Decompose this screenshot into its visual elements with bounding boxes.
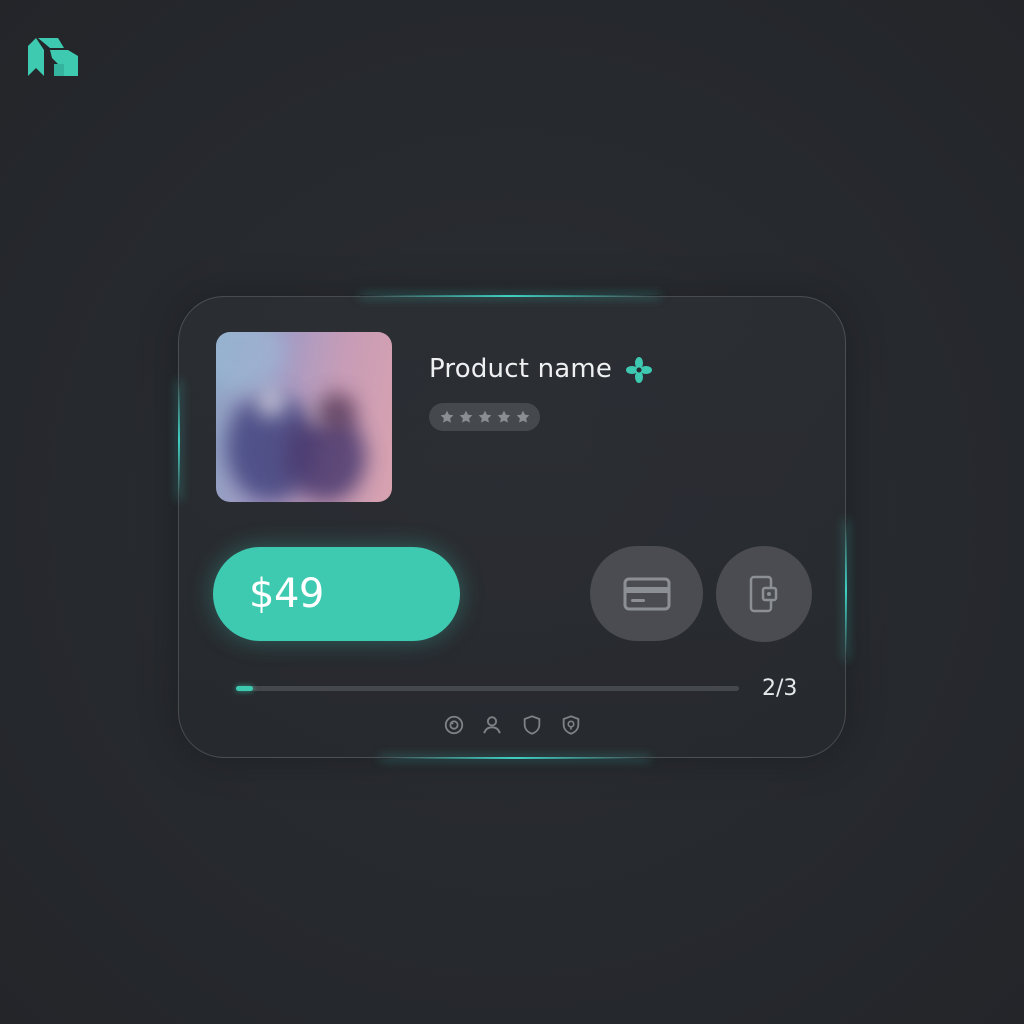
star-icon[interactable]: [439, 409, 455, 425]
wallet-payment-button[interactable]: [716, 546, 812, 642]
step-counter: 2/3: [762, 676, 798, 701]
progress-bar: [236, 686, 739, 691]
card-glow-right: [845, 520, 847, 660]
app-canvas: Product name $49 2/3: [0, 0, 1024, 1024]
star-icon[interactable]: [515, 409, 531, 425]
brand-logo-icon[interactable]: [28, 38, 78, 76]
rating-stars[interactable]: [429, 403, 540, 431]
card-glow-left: [178, 380, 180, 500]
card-glow-bottom: [380, 757, 650, 759]
star-icon[interactable]: [458, 409, 474, 425]
star-icon[interactable]: [496, 409, 512, 425]
credit-card-icon: [623, 577, 670, 610]
card-payment-button[interactable]: [590, 546, 703, 641]
product-image: [216, 332, 392, 502]
product-name: Product name: [429, 354, 613, 384]
user-icon[interactable]: [481, 714, 503, 736]
shield-icon[interactable]: [521, 714, 543, 736]
footer-icon-row: [443, 714, 583, 738]
buy-price-button[interactable]: $49: [213, 547, 460, 641]
card-glow-top: [360, 295, 660, 297]
wallet-icon: [749, 575, 778, 613]
star-icon[interactable]: [477, 409, 493, 425]
security-shield-icon[interactable]: [560, 714, 582, 736]
badge-icon[interactable]: [443, 714, 465, 736]
sparkle-icon: [626, 357, 652, 383]
progress-fill: [236, 686, 253, 691]
price-label: $49: [249, 571, 324, 617]
